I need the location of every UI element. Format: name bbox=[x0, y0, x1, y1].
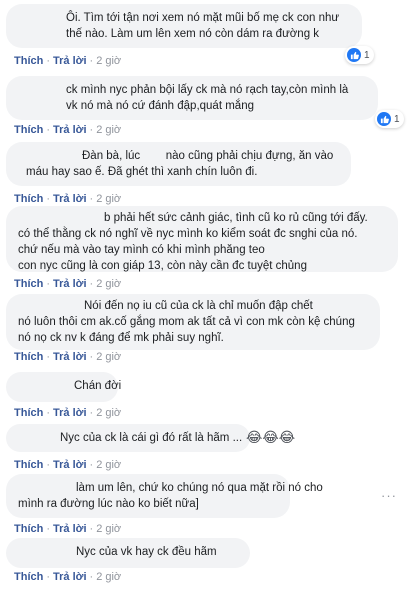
reaction-count: 1 bbox=[364, 49, 370, 61]
reply-link[interactable]: Trả lời bbox=[53, 523, 87, 535]
more-options-icon[interactable]: ··· bbox=[381, 488, 397, 503]
comment-text-line: có thể thằng ck nó nghĩ về nyc mình ko k… bbox=[18, 228, 358, 240]
comment-text-line: Nyc của vk hay ck đều hãm bbox=[76, 546, 217, 558]
comment-text-line: mình ra đường lúc nào ko biết nữa] bbox=[18, 498, 199, 510]
comment-text-line: làm um lên, chứ ko chúng nó qua mặt rồi … bbox=[76, 482, 323, 494]
like-link[interactable]: Thích bbox=[14, 55, 43, 67]
timestamp[interactable]: 2 giờ bbox=[96, 459, 121, 471]
comment-actions: Thích · Trả lời · 2 giờ bbox=[14, 523, 122, 535]
comment-bubble: Đàn bà, lúc nào cũng phải chịu đựng, ăn … bbox=[6, 142, 351, 186]
comment-bubble: làm um lên, chứ ko chúng nó qua mặt rồi … bbox=[6, 474, 323, 518]
like-link[interactable]: Thích bbox=[14, 459, 43, 471]
reaction-badge[interactable]: 1 bbox=[345, 46, 374, 64]
timestamp[interactable]: 2 giờ bbox=[96, 124, 121, 136]
comment-text-line: Ôi. Tìm tới tận nơi xem nó mặt mũi bố mẹ… bbox=[66, 12, 340, 24]
like-link[interactable]: Thích bbox=[14, 278, 43, 290]
haha-icon: 😂😂😂 bbox=[246, 429, 296, 445]
like-link[interactable]: Thích bbox=[14, 351, 43, 363]
timestamp[interactable]: 2 giờ bbox=[96, 407, 121, 419]
reaction-count: 1 bbox=[394, 113, 400, 125]
like-link[interactable]: Thích bbox=[14, 193, 43, 205]
comment-actions: Thích · Trả lời · 2 giờ bbox=[14, 124, 122, 136]
comment-actions: Thích · Trả lời · 2 giờ bbox=[14, 55, 122, 67]
timestamp[interactable]: 2 giờ bbox=[96, 278, 121, 290]
comment-text-line: Nyc của ck là cái gì đó rất là hãm ... bbox=[60, 432, 243, 444]
comment-bubble: Nói đến nọ iu cũ của ck là chỉ muốn đập … bbox=[6, 294, 380, 350]
comment-text-line: chứ nếu mà vào tay mình có khi mình phăn… bbox=[18, 244, 265, 256]
reply-link[interactable]: Trả lời bbox=[53, 407, 87, 419]
comment-text-line: Chán đời bbox=[74, 380, 122, 392]
reply-link[interactable]: Trả lời bbox=[53, 351, 87, 363]
comment-text-line: con nyc cũng là con giáp 13, còn này cần… bbox=[18, 260, 307, 272]
like-icon bbox=[377, 112, 391, 126]
comment-bubble: Chán đời bbox=[6, 372, 122, 402]
comment-actions: Thích · Trả lời · 2 giờ bbox=[14, 351, 122, 363]
timestamp[interactable]: 2 giờ bbox=[96, 571, 121, 583]
timestamp[interactable]: 2 giờ bbox=[96, 193, 121, 205]
reply-link[interactable]: Trả lời bbox=[53, 459, 87, 471]
comment-text-line: ck mình nyc phản bội lấy ck mà nó rạch t… bbox=[66, 84, 349, 96]
like-link[interactable]: Thích bbox=[14, 523, 43, 535]
timestamp[interactable]: 2 giờ bbox=[96, 523, 121, 535]
like-link[interactable]: Thích bbox=[14, 407, 43, 419]
comment-text-line: Nói đến nọ iu cũ của ck là chỉ muốn đập … bbox=[84, 300, 313, 312]
comment-actions: Thích · Trả lời · 2 giờ bbox=[14, 278, 122, 290]
reply-link[interactable]: Trả lời bbox=[53, 278, 87, 290]
comment-actions: Thích · Trả lời · 2 giờ bbox=[14, 193, 122, 205]
like-icon bbox=[347, 48, 361, 62]
comment-text-line: Đàn bà, lúc nào cũng phải chịu đựng, ăn … bbox=[82, 150, 334, 162]
reply-link[interactable]: Trả lời bbox=[53, 571, 87, 583]
comment-text-line: nó luôn thôi cm ak.cố gắng mom ak tất cả… bbox=[18, 316, 355, 328]
comment-text-line: nó nọ ck nv k đáng để mk phải suy nghĩ. bbox=[18, 332, 224, 344]
comment-text-line: b phải hết sức cảnh giác, tình cũ ko rủ … bbox=[104, 212, 368, 224]
reply-link[interactable]: Trả lời bbox=[53, 193, 87, 205]
reply-link[interactable]: Trả lời bbox=[53, 124, 87, 136]
comment-bubble: b phải hết sức cảnh giác, tình cũ ko rủ … bbox=[6, 206, 398, 272]
reply-link[interactable]: Trả lời bbox=[53, 55, 87, 67]
comment-bubble: ck mình nyc phản bội lấy ck mà nó rạch t… bbox=[6, 76, 378, 120]
comment-actions: Thích · Trả lời · 2 giờ bbox=[14, 407, 122, 419]
timestamp[interactable]: 2 giờ bbox=[96, 55, 121, 67]
comment-bubble: Nyc của vk hay ck đều hãm bbox=[6, 538, 250, 568]
like-link[interactable]: Thích bbox=[14, 571, 43, 583]
reaction-badge[interactable]: 😂😂😂 bbox=[246, 428, 295, 446]
comment-actions: Thích · Trả lời · 2 giờ bbox=[14, 571, 122, 583]
comment-bubble: Nyc của ck là cái gì đó rất là hãm ... bbox=[6, 424, 250, 452]
comment-text-line: vk nó mà nó cứ đánh đập,quát mắng bbox=[66, 100, 254, 112]
timestamp[interactable]: 2 giờ bbox=[96, 351, 121, 363]
comment-text-line: thế nào. Làm um lên xem nó còn dám ra đư… bbox=[66, 28, 320, 40]
reaction-badge[interactable]: 1 bbox=[375, 110, 404, 128]
comment-actions: Thích · Trả lời · 2 giờ bbox=[14, 459, 122, 471]
like-link[interactable]: Thích bbox=[14, 124, 43, 136]
comment-bubble: Ôi. Tìm tới tận nơi xem nó mặt mũi bố mẹ… bbox=[6, 4, 362, 48]
comment-text-line: máu hay sao ế. Đã ghét thì xanh chín luô… bbox=[26, 166, 258, 178]
